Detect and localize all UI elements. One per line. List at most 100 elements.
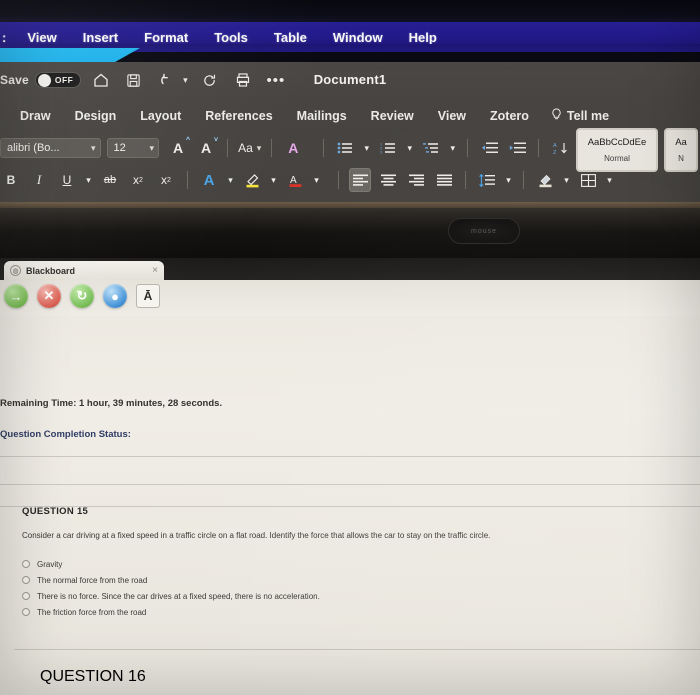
autosave-toggle[interactable]: OFF (34, 72, 81, 88)
browser-tab-blackboard[interactable]: ◍ Blackboard × (4, 261, 164, 280)
chevron-down-icon[interactable]: ▾ (312, 168, 321, 192)
toolbar-divider (271, 139, 273, 157)
menu-item-window[interactable]: Window (320, 30, 396, 45)
forward-icon[interactable]: → (4, 284, 28, 308)
change-case-button[interactable]: Aa ▾ (238, 136, 261, 160)
radio-button[interactable] (22, 608, 30, 617)
style-card-next[interactable]: Aa N (664, 128, 698, 172)
print-icon[interactable] (230, 67, 256, 93)
shading-icon[interactable] (534, 168, 556, 192)
increase-font-size-icon[interactable]: A ^ (167, 136, 190, 160)
change-case-label: Aa (238, 141, 253, 155)
chevron-down-icon: ▾ (149, 142, 155, 153)
text-effects-icon[interactable]: A (198, 168, 220, 192)
bold-button[interactable]: B (0, 168, 22, 192)
style-card-normal[interactable]: AaBbCcDdEe Normal (576, 128, 658, 172)
menu-item-help[interactable]: Help (396, 30, 450, 45)
question-number: QUESTION 16 (40, 668, 146, 685)
style-gallery[interactable]: AaBbCcDdEe Normal Aa N (576, 128, 698, 172)
tab-layout[interactable]: Layout (128, 109, 193, 123)
menu-item-format[interactable]: Format (131, 30, 201, 45)
font-color-icon[interactable]: A (284, 168, 306, 192)
line-spacing-icon[interactable] (476, 168, 498, 192)
subscript-button[interactable]: x2 (127, 168, 149, 192)
autosave-state-label: OFF (54, 75, 74, 85)
chevron-down-icon[interactable]: ▾ (84, 168, 93, 192)
lightbulb-icon (551, 108, 562, 124)
decrease-indent-icon[interactable] (478, 136, 500, 160)
chevron-down-icon: ▾ (91, 142, 96, 153)
save-disk-icon[interactable] (121, 67, 147, 93)
align-left-icon[interactable] (349, 168, 371, 192)
option-row[interactable]: There is no force. Since the car drives … (22, 588, 682, 604)
radio-button[interactable] (22, 592, 30, 601)
justify-icon[interactable] (433, 168, 455, 192)
menu-item-clipped[interactable]: : (2, 30, 14, 45)
clear-formatting-icon[interactable]: A (282, 136, 304, 160)
chevron-down-icon[interactable]: ▾ (448, 136, 457, 160)
home-globe-icon[interactable]: ● (103, 284, 127, 308)
tab-zotero[interactable]: Zotero (478, 109, 541, 123)
tab-view[interactable]: View (426, 109, 478, 123)
option-row[interactable]: The normal force from the road (22, 572, 682, 588)
quick-access-toolbar[interactable]: Save OFF ▾ ••• Document1 (0, 62, 700, 98)
underline-button[interactable]: U (56, 168, 78, 192)
bullets-icon[interactable] (334, 136, 356, 160)
decrease-font-size-icon[interactable]: A ˅ (195, 136, 218, 160)
toolbar-divider (465, 171, 466, 189)
answer-options[interactable]: Gravity The normal force from the road T… (22, 556, 682, 620)
home-icon[interactable] (88, 67, 114, 93)
superscript-button[interactable]: x2 (155, 168, 177, 192)
remaining-time-label: Remaining Time: 1 hour, 39 minutes, 28 s… (0, 398, 223, 409)
multilevel-list-icon[interactable] (420, 136, 442, 160)
menu-item-insert[interactable]: Insert (70, 30, 131, 45)
ribbon-tab-strip[interactable]: Draw Design Layout References Mailings R… (0, 102, 700, 130)
align-right-icon[interactable] (405, 168, 427, 192)
undo-dropdown-icon[interactable]: ▾ (181, 67, 190, 93)
chevron-down-icon[interactable]: ▾ (362, 136, 371, 160)
menu-item-table[interactable]: Table (261, 30, 320, 45)
chevron-down-icon[interactable]: ▾ (562, 168, 571, 192)
radio-button[interactable] (22, 560, 30, 569)
italic-button[interactable]: I (28, 168, 50, 192)
chevron-down-icon: ▾ (256, 142, 262, 153)
font-name-select[interactable]: alibri (Bo... ▾ (0, 138, 101, 158)
chevron-down-icon[interactable]: ▾ (504, 168, 513, 192)
strikethrough-button[interactable]: ab (99, 168, 121, 192)
stop-icon[interactable]: ✕ (37, 284, 61, 308)
option-row[interactable]: Gravity (22, 556, 682, 572)
browser-tab-title: Blackboard (26, 265, 76, 276)
align-center-icon[interactable] (377, 168, 399, 192)
menu-item-tools[interactable]: Tools (201, 30, 261, 45)
chevron-down-icon[interactable]: ▾ (226, 168, 235, 192)
radio-button[interactable] (22, 576, 30, 585)
text-encoding-icon[interactable]: Ā (136, 284, 160, 308)
tab-references[interactable]: References (193, 109, 284, 123)
menu-item-view[interactable]: View (14, 30, 69, 45)
tab-draw[interactable]: Draw (8, 109, 63, 123)
highlight-color-icon[interactable] (241, 168, 263, 192)
question-completion-status-label[interactable]: Question Completion Status: (0, 429, 131, 440)
increase-indent-icon[interactable] (506, 136, 528, 160)
browser-nav-bar[interactable]: → ✕ ↻ ● Ā (4, 284, 160, 308)
redo-icon[interactable] (197, 67, 223, 93)
svg-text:Z: Z (553, 150, 557, 155)
toolbar-divider (538, 139, 540, 157)
refresh-icon[interactable]: ↻ (70, 284, 94, 308)
tab-review[interactable]: Review (359, 109, 426, 123)
question-text: Consider a car driving at a fixed speed … (22, 531, 491, 540)
tab-design[interactable]: Design (63, 109, 129, 123)
option-row[interactable]: The friction force from the road (22, 604, 682, 620)
toolbar-divider (323, 139, 325, 157)
toolbar-divider (187, 171, 188, 189)
undo-icon[interactable] (154, 67, 180, 93)
chevron-down-icon[interactable]: ▾ (269, 168, 278, 192)
numbering-icon[interactable]: 1 2 3 (377, 136, 399, 160)
chevron-down-icon[interactable]: ▾ (405, 136, 414, 160)
more-options-icon[interactable]: ••• (263, 67, 289, 93)
font-size-select[interactable]: 12 ▾ (106, 138, 160, 158)
sort-icon[interactable]: A Z (549, 136, 571, 160)
close-icon[interactable]: × (152, 265, 158, 276)
tell-me-button[interactable]: Tell me (541, 108, 609, 124)
tab-mailings[interactable]: Mailings (285, 109, 359, 123)
